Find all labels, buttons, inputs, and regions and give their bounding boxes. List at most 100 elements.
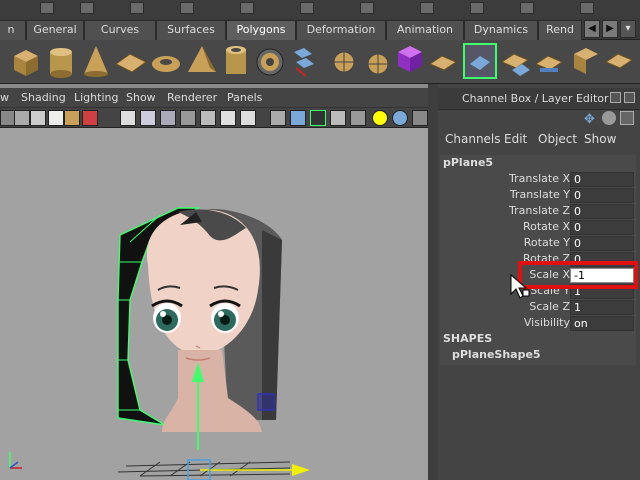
smooth-icon[interactable] — [398, 46, 422, 72]
attr-label-rotate-x[interactable]: Rotate X — [440, 220, 570, 233]
poly-plane-icon[interactable] — [115, 53, 147, 73]
poly-cube-icon[interactable] — [14, 50, 38, 76]
toolbar-icon[interactable] — [470, 2, 484, 14]
tab-dynamics[interactable]: Dynamics — [464, 20, 538, 40]
ground-grid — [117, 459, 310, 480]
mirror-geometry-icon[interactable] — [463, 43, 497, 79]
two-d-pan-icon[interactable] — [64, 110, 80, 126]
channel-box-layout-icon[interactable] — [620, 111, 634, 125]
flat-shade-icon[interactable] — [160, 110, 176, 126]
panel-divider[interactable] — [428, 84, 438, 480]
attr-field-rotate-y[interactable]: 0 — [570, 236, 634, 251]
menu-object[interactable]: Object — [538, 132, 577, 146]
tab-animation[interactable]: Animation — [386, 20, 464, 40]
poly-tool-icon[interactable] — [574, 48, 598, 74]
wireframe-icon[interactable] — [120, 110, 136, 126]
channel-box-toolbar-icon[interactable]: ✥ — [584, 112, 595, 127]
bookmark-icon[interactable] — [30, 110, 46, 126]
poly-tool-icon[interactable] — [534, 55, 564, 72]
render-icon[interactable] — [412, 110, 428, 126]
mouse-cursor-icon — [510, 274, 530, 299]
menu-shading[interactable]: Shading — [21, 91, 66, 104]
channel-box-title: Channel Box / Layer Editor — [462, 92, 609, 105]
shelf-tabs: n General Curves Surfaces Polygons Defor… — [0, 18, 640, 40]
toolbar-icon[interactable] — [420, 2, 434, 14]
close-panel-icon[interactable] — [624, 92, 635, 103]
attr-field-translate-x[interactable]: 0 — [570, 172, 634, 187]
attr-field-visibility[interactable]: on — [570, 316, 634, 331]
menu-lighting[interactable]: Lighting — [74, 91, 118, 104]
tab-polygons[interactable]: Polygons — [226, 20, 296, 40]
tab-n[interactable]: n — [0, 20, 26, 40]
channel-box-layers-icon[interactable] — [602, 111, 616, 125]
text-icon[interactable] — [240, 110, 256, 126]
poly-cone-icon[interactable] — [84, 46, 108, 77]
menu-show[interactable]: Show — [126, 91, 156, 104]
shelf-menu-icon[interactable]: ▾ — [620, 20, 636, 38]
attr-label-scale-z[interactable]: Scale Z — [440, 300, 570, 313]
menu-channels[interactable]: Channels — [445, 132, 501, 146]
extract-icon[interactable] — [367, 53, 389, 75]
toolbar-icon[interactable] — [360, 2, 374, 14]
shelf-scroll-right-icon[interactable]: ▶ — [602, 20, 618, 38]
shape-node-name[interactable]: pPlaneShape5 — [452, 348, 541, 361]
toolbar-icon[interactable] — [180, 2, 194, 14]
tab-surfaces[interactable]: Surfaces — [156, 20, 226, 40]
camera-attributes-icon[interactable] — [14, 110, 30, 126]
bounding-box-icon[interactable] — [180, 110, 196, 126]
attr-label-visibility[interactable]: Visibility — [440, 316, 570, 329]
poly-pyramid-icon[interactable] — [188, 46, 216, 72]
light-icon[interactable] — [372, 110, 388, 126]
poly-soccer-ball-icon[interactable] — [256, 48, 284, 76]
menu-renderer[interactable]: Renderer — [167, 91, 217, 104]
shelf-scroll-left-icon[interactable]: ◀ — [584, 20, 600, 38]
toolbar-icon[interactable] — [580, 2, 594, 14]
points-icon[interactable] — [200, 110, 216, 126]
attr-label-rotate-y[interactable]: Rotate Y — [440, 236, 570, 249]
attr-field-rotate-x[interactable]: 0 — [570, 220, 634, 235]
channel-box-attributes: pPlane5 Translate X 0 Translate Y 0 Tran… — [440, 155, 636, 365]
3d-viewport[interactable] — [0, 128, 428, 480]
smooth-shade-icon[interactable] — [140, 110, 156, 126]
tab-curves[interactable]: Curves — [84, 20, 156, 40]
toolbar-icon[interactable] — [40, 2, 54, 14]
menu-show[interactable]: Show — [584, 132, 616, 146]
separate-icon[interactable] — [333, 51, 355, 73]
isolate-select-icon[interactable] — [270, 110, 286, 126]
poly-tool-icon[interactable] — [500, 53, 530, 76]
menu-edit[interactable]: Edit — [504, 132, 527, 146]
attr-field-scale-z[interactable]: 1 — [570, 300, 634, 315]
tab-deformation[interactable]: Deformation — [296, 20, 386, 40]
poly-plane-tool-icon[interactable] — [428, 55, 458, 71]
restore-icon[interactable] — [610, 92, 621, 103]
node-name[interactable]: pPlane5 — [443, 156, 493, 169]
xray-joints-icon[interactable] — [310, 110, 326, 126]
image-plane-icon[interactable] — [48, 110, 64, 126]
attr-label-translate-z[interactable]: Translate Z — [440, 204, 570, 217]
xray-icon[interactable] — [290, 110, 306, 126]
toolbar-icon[interactable] — [300, 2, 314, 14]
poly-torus-icon[interactable] — [152, 56, 180, 72]
attr-label-translate-y[interactable]: Translate Y — [440, 188, 570, 201]
default-lighting-icon[interactable] — [350, 110, 366, 126]
attr-label-translate-x[interactable]: Translate X — [440, 172, 570, 185]
poly-cylinder-icon[interactable] — [50, 48, 72, 78]
grease-pencil-icon[interactable] — [82, 110, 98, 126]
menu-panels[interactable]: Panels — [227, 91, 262, 104]
textured-icon[interactable] — [220, 110, 236, 126]
tab-rendering[interactable]: Rend — [538, 20, 582, 40]
combine-icon[interactable] — [294, 48, 314, 77]
toolbar-icon[interactable] — [240, 2, 254, 14]
channel-box-tools: ✥ — [584, 111, 634, 128]
poly-pipe-icon[interactable] — [226, 46, 246, 74]
poly-tool-icon[interactable] — [604, 53, 634, 69]
menu-view[interactable]: w — [0, 91, 9, 104]
toolbar-icon[interactable] — [520, 2, 534, 14]
attr-field-translate-y[interactable]: 0 — [570, 188, 634, 203]
toolbar-icon[interactable] — [80, 2, 94, 14]
toolbar-icon[interactable] — [130, 2, 144, 14]
tab-general[interactable]: General — [26, 20, 84, 40]
attr-field-translate-z[interactable]: 0 — [570, 204, 634, 219]
wireframe-on-shaded-icon[interactable] — [330, 110, 346, 126]
shadows-icon[interactable] — [392, 110, 408, 126]
